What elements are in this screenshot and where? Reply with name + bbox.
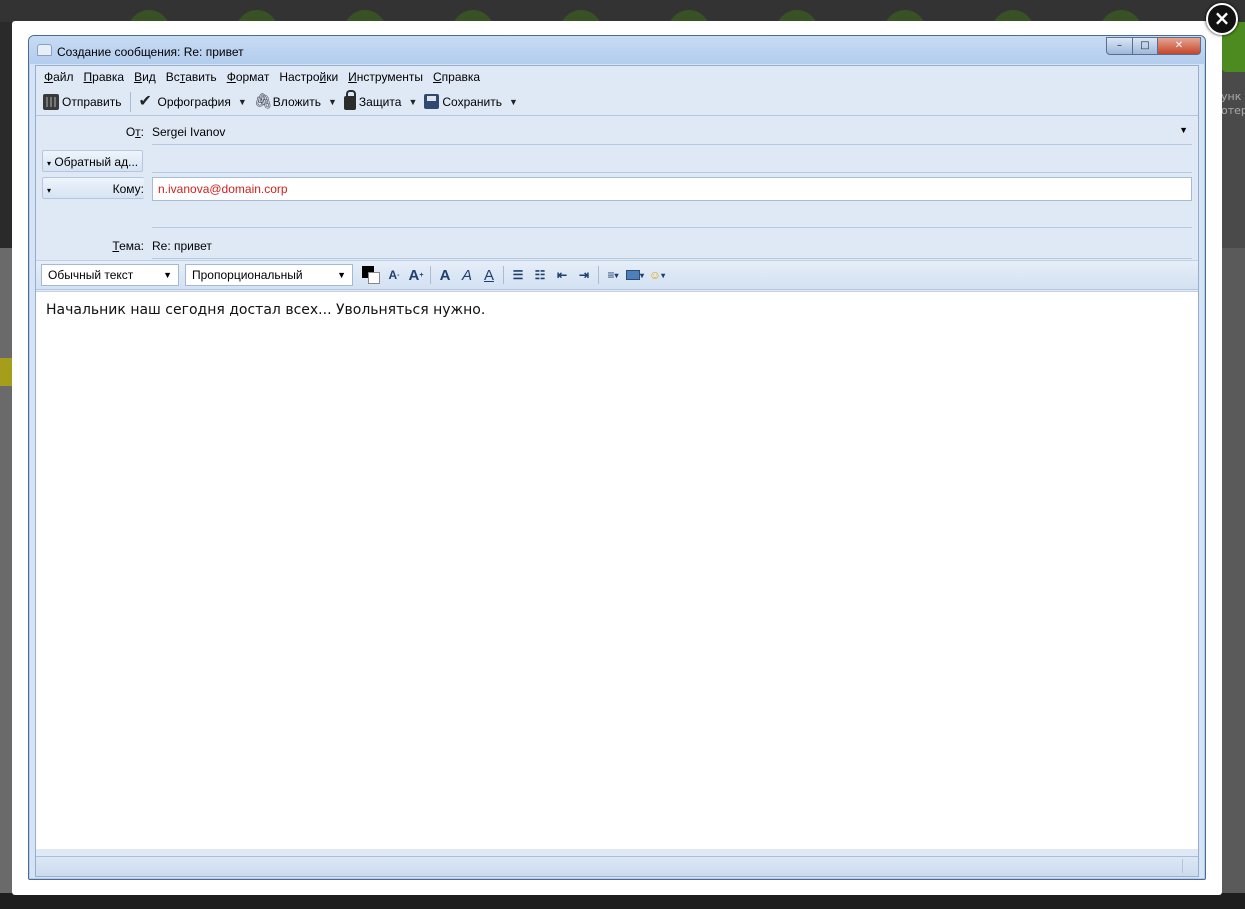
attach-dropdown[interactable]: ▼ (325, 97, 340, 107)
divider (152, 172, 1192, 173)
menu-insert[interactable]: Вставить (161, 70, 222, 84)
reply-to-button[interactable]: ▾ Обратный ад... (42, 150, 144, 172)
lock-icon (343, 90, 356, 110)
menu-format[interactable]: Формат (222, 70, 275, 84)
send-icon (43, 93, 59, 110)
to-label: Кому: (112, 182, 144, 196)
subject-label: Тема: (112, 239, 144, 253)
bulleted-list-icon[interactable]: ☰ (509, 265, 527, 285)
insert-image-icon[interactable]: ▾ (626, 265, 644, 285)
text-color-picker[interactable] (362, 266, 380, 284)
background-left-panel (0, 248, 12, 893)
lightbox-close-button[interactable]: × (1206, 3, 1238, 35)
save-dropdown[interactable]: ▼ (506, 97, 521, 107)
divider (152, 258, 1192, 259)
maximize-button[interactable]: □ (1132, 37, 1158, 55)
compose-app-icon (37, 44, 52, 56)
background-right-lower (1222, 248, 1245, 893)
menu-view[interactable]: Вид (129, 70, 161, 84)
paperclip-icon: 🖇 (253, 92, 273, 110)
italic-icon[interactable]: A (458, 265, 476, 285)
message-body-editor[interactable]: Начальник наш сегодня достал всех... Уво… (36, 291, 1198, 849)
chevron-down-icon: ▾ (47, 159, 52, 168)
title-bar[interactable]: Создание сообщения: Re: привет – □ ✕ (29, 36, 1205, 64)
toolbar-separator (503, 266, 504, 284)
resize-grip[interactable] (1182, 859, 1196, 873)
underline-icon[interactable]: A (480, 265, 498, 285)
spelling-label: Орфография (157, 94, 231, 109)
chevron-down-icon: ▼ (337, 270, 346, 280)
align-icon[interactable]: ≡ ▾ (604, 265, 622, 285)
background-footer (0, 893, 1245, 909)
smiley-icon[interactable]: ☺ ▾ (648, 265, 666, 285)
bold-icon[interactable]: A (436, 265, 454, 285)
numbered-list-icon[interactable]: ☷ (531, 265, 549, 285)
save-label: Сохранить (442, 94, 502, 109)
client-area: Файл Правка Вид Вставить Формат Настройк… (35, 65, 1199, 877)
chevron-down-icon: ▼ (163, 270, 172, 280)
chevron-down-icon[interactable]: ▼ (1179, 125, 1188, 135)
minimize-button[interactable]: – (1106, 37, 1133, 55)
message-body-text: Начальник наш сегодня достал всех... Уво… (46, 302, 486, 318)
toolbar-separator (598, 266, 599, 284)
paragraph-style-select[interactable]: Обычный текст ▼ (41, 264, 179, 286)
toolbar-separator (430, 266, 431, 284)
subject-field[interactable]: Re: привет (152, 239, 212, 253)
security-dropdown[interactable]: ▼ (405, 97, 420, 107)
close-icon: ✕ (1174, 40, 1184, 51)
status-bar (36, 856, 1198, 876)
attach-label: Вложить (272, 94, 321, 109)
checkmark-icon: ✔ (138, 92, 152, 110)
send-label: Отправить (62, 94, 122, 109)
close-icon: × (1213, 6, 1231, 30)
menu-help[interactable]: Справка (428, 70, 485, 84)
spelling-dropdown[interactable]: ▼ (235, 97, 250, 107)
background-right-text: унк отер (1221, 90, 1245, 117)
background-left-highlight (0, 358, 12, 386)
divider (152, 144, 1192, 145)
menu-options[interactable]: Настройки (274, 70, 343, 84)
to-field[interactable]: n.ivanova@domain.corp (152, 177, 1192, 201)
security-label: Защита (358, 94, 402, 109)
main-toolbar: Отправить ✔ Орфография ▼ 🖇 Вложить ▼ Защ… (36, 88, 1198, 116)
maximize-icon: □ (1140, 40, 1150, 51)
format-toolbar: Обычный текст ▼ Пропорциональный ▼ A- A +… (36, 260, 1198, 290)
from-field[interactable]: Sergei Ivanov (152, 125, 225, 139)
outdent-icon[interactable]: ⇤ (553, 265, 571, 285)
from-row: От: Sergei Ivanov ▼ (36, 125, 1198, 145)
indent-icon[interactable]: ⇥ (575, 265, 593, 285)
save-button[interactable]: Сохранить (420, 91, 506, 113)
spelling-button[interactable]: ✔ Орфография (135, 91, 235, 113)
floppy-disk-icon (424, 94, 440, 109)
compose-window: Создание сообщения: Re: привет – □ ✕ Фай… (28, 35, 1206, 880)
divider (152, 227, 1192, 228)
menu-bar: Файл Правка Вид Вставить Формат Настройк… (36, 66, 1198, 88)
attach-button[interactable]: 🖇 Вложить (250, 91, 325, 113)
send-button[interactable]: Отправить (39, 91, 126, 113)
font-size-increase-icon[interactable]: A + (407, 265, 425, 285)
minimize-icon: – (1117, 40, 1122, 51)
menu-edit[interactable]: Правка (79, 70, 130, 84)
menu-file[interactable]: Файл (39, 70, 79, 84)
window-title: Создание сообщения: Re: привет (57, 45, 244, 59)
font-size-decrease-icon[interactable]: A- (385, 265, 403, 285)
font-family-select[interactable]: Пропорциональный ▼ (185, 264, 353, 286)
background-header (0, 0, 1245, 22)
menu-tools[interactable]: Инструменты (343, 70, 428, 84)
background-color-swatch (368, 272, 380, 284)
from-label: От: (125, 125, 144, 139)
security-button[interactable]: Защита (340, 90, 406, 113)
subject-row: Тема: Re: привет (36, 239, 1198, 259)
toolbar-separator (129, 91, 131, 112)
window-close-button[interactable]: ✕ (1157, 37, 1201, 55)
